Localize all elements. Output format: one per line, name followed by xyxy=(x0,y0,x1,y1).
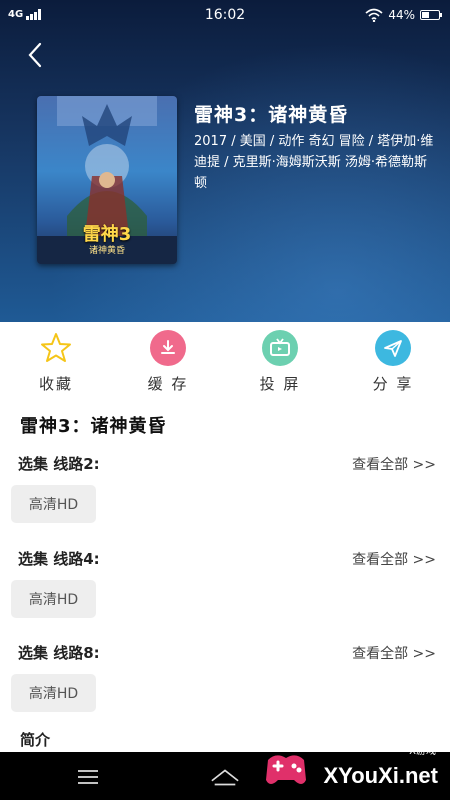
wifi-icon xyxy=(365,8,383,22)
status-bar: 4G 16:02 44% xyxy=(0,0,450,32)
movie-header: 4G 16:02 44% 雷神3 诸神黄昏 雷神3：诸神黄昏 2017 / 美国… xyxy=(0,0,450,322)
intro-heading: 简介 xyxy=(20,731,51,749)
menu-icon xyxy=(78,770,98,784)
see-all-link[interactable]: 查看全部 >> xyxy=(352,643,436,663)
download-icon xyxy=(150,330,186,366)
home-icon xyxy=(211,769,239,786)
tv-icon xyxy=(262,330,298,366)
movie-meta: 2017 / 美国 / 动作 奇幻 冒险 / 塔伊加·维迪提 / 克里斯·海姆斯… xyxy=(194,134,434,191)
cast-label: 投 屏 xyxy=(259,375,301,393)
see-all-link[interactable]: 查看全部 >> xyxy=(352,454,436,474)
quality-option[interactable]: 高清HD xyxy=(11,674,96,712)
see-all-link[interactable]: 查看全部 >> xyxy=(352,549,436,569)
chevron-left-icon xyxy=(28,42,42,68)
cast-button[interactable]: 投 屏 xyxy=(240,330,320,394)
watermark-logo: X游戏 XYouXi.net xyxy=(262,740,442,798)
poster-subtitle: 诸神黄昏 xyxy=(88,246,125,256)
home-button[interactable] xyxy=(210,764,240,790)
battery-icon xyxy=(420,10,442,20)
share-button[interactable]: 分 享 xyxy=(353,330,433,394)
favorite-button[interactable]: 收藏 xyxy=(16,330,96,394)
download-button[interactable]: 缓 存 xyxy=(128,330,208,394)
episode-section-title: 雷神3：诸神黄昏 xyxy=(20,416,167,437)
share-label: 分 享 xyxy=(372,375,414,393)
action-bar: 收藏 缓 存 投 屏 分 享 xyxy=(0,330,450,400)
route-label: 选集 线路2: xyxy=(18,455,100,473)
battery-percent: 44% xyxy=(388,8,415,22)
star-icon xyxy=(38,330,74,366)
quality-option[interactable]: 高清HD xyxy=(11,485,96,523)
send-icon xyxy=(375,330,411,366)
route-label: 选集 线路8: xyxy=(18,644,100,662)
watermark-brand: XYouXi.net xyxy=(323,763,439,788)
movie-poster[interactable]: 雷神3 诸神黄昏 xyxy=(37,96,177,264)
route-label: 选集 线路4: xyxy=(18,550,100,568)
gamepad-icon xyxy=(266,755,306,784)
movie-title: 雷神3：诸神黄昏 xyxy=(194,104,349,126)
download-label: 缓 存 xyxy=(147,375,189,393)
favorite-label: 收藏 xyxy=(38,375,73,393)
watermark-small: X游戏 xyxy=(409,746,436,757)
menu-button[interactable] xyxy=(73,764,103,790)
back-button[interactable] xyxy=(18,38,52,72)
quality-option[interactable]: 高清HD xyxy=(11,580,96,618)
